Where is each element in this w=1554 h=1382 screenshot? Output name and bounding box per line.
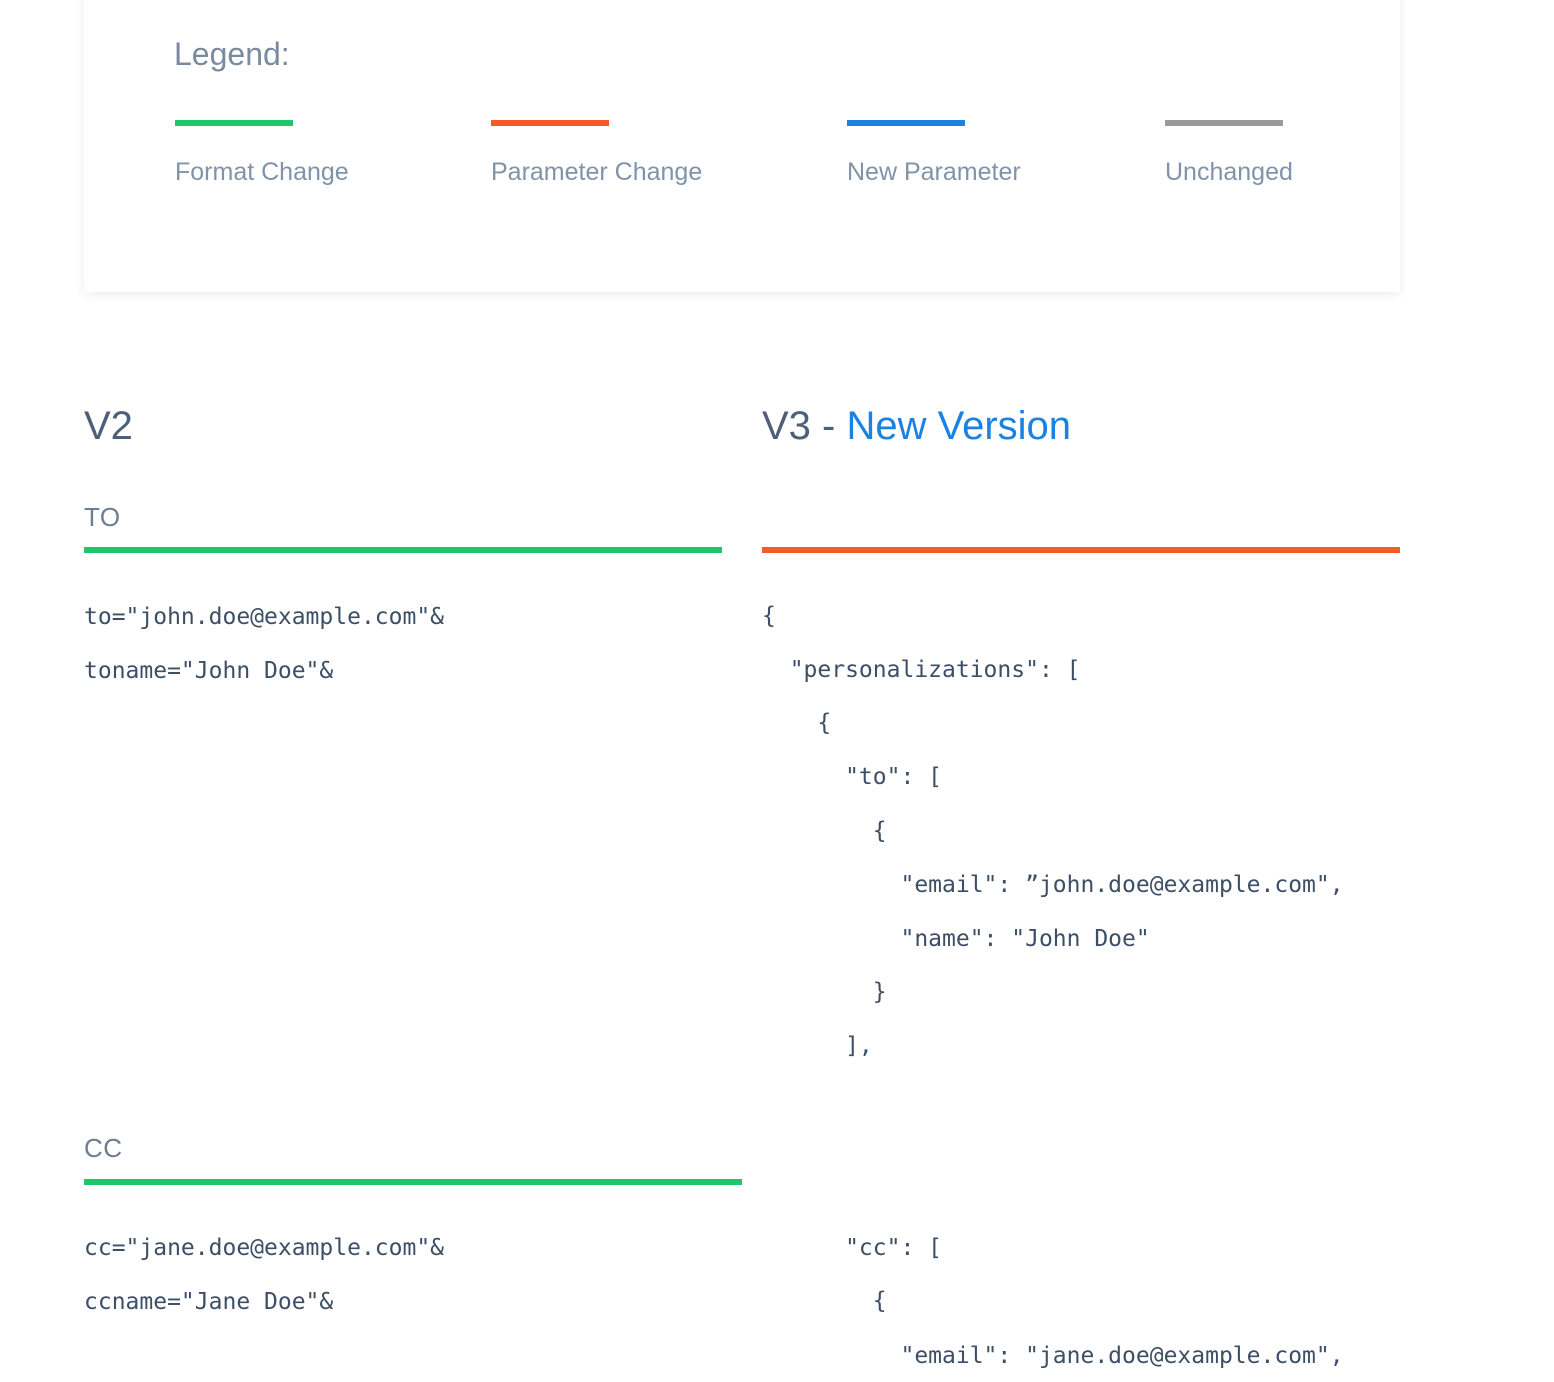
v3-heading-prefix: V3 - [762,404,847,448]
v2-code-line: to="john.doe@example.com"& [84,604,445,630]
legend-label: Unchanged [1165,158,1293,186]
v3-code-line: "email": "jane.doe@example.com", [762,1343,1344,1369]
v2-code-line: ccname="Jane Doe"& [84,1289,334,1315]
v3-code-line: { [762,603,776,629]
legend-label: Parameter Change [491,158,703,186]
v3-code-line: ], [762,1033,873,1059]
v3-heading: V3 - New Version [762,404,1071,449]
legend-swatch-green [175,120,293,126]
legend-item-format-change: Format Change [175,120,349,187]
v3-code-line: } [762,979,887,1005]
format-change-bar [84,547,722,553]
v3-code-line: { [762,818,887,844]
legend-card: Legend: Format Change Parameter Change N… [84,0,1400,292]
legend-swatch-orange [491,120,609,126]
legend-item-parameter-change: Parameter Change [491,120,702,187]
v3-code-line: "personalizations": [ [762,657,1081,683]
legend-item-unchanged: Unchanged [1165,120,1293,187]
page: Legend: Format Change Parameter Change N… [0,0,1554,1382]
v3-code-line: "cc": [ [762,1235,943,1261]
legend-swatch-gray [1165,120,1283,126]
legend-label: Format Change [175,158,349,186]
legend-title: Legend: [174,36,290,72]
v2-heading: V2 [84,404,133,448]
v3-code-line: { [762,710,832,736]
format-change-bar [84,1179,742,1185]
v3-code-line: "name": "John Doe" [762,926,1150,952]
v3-heading-accent: New Version [846,404,1072,448]
v3-code-line: "email": ”john.doe@example.com", [762,872,1344,898]
v3-code-line: { [762,1288,887,1314]
legend-swatch-blue [847,120,965,126]
legend-label: New Parameter [847,158,1021,186]
legend-item-new-parameter: New Parameter [847,120,1021,187]
v2-code-line: toname="John Doe"& [84,658,334,684]
v3-code-line: "to": [ [762,764,943,790]
parameter-change-bar [762,547,1400,553]
section-label-cc: CC [84,1133,123,1163]
v2-code-line: cc="jane.doe@example.com"& [84,1235,445,1261]
section-label-to: TO [84,502,121,532]
